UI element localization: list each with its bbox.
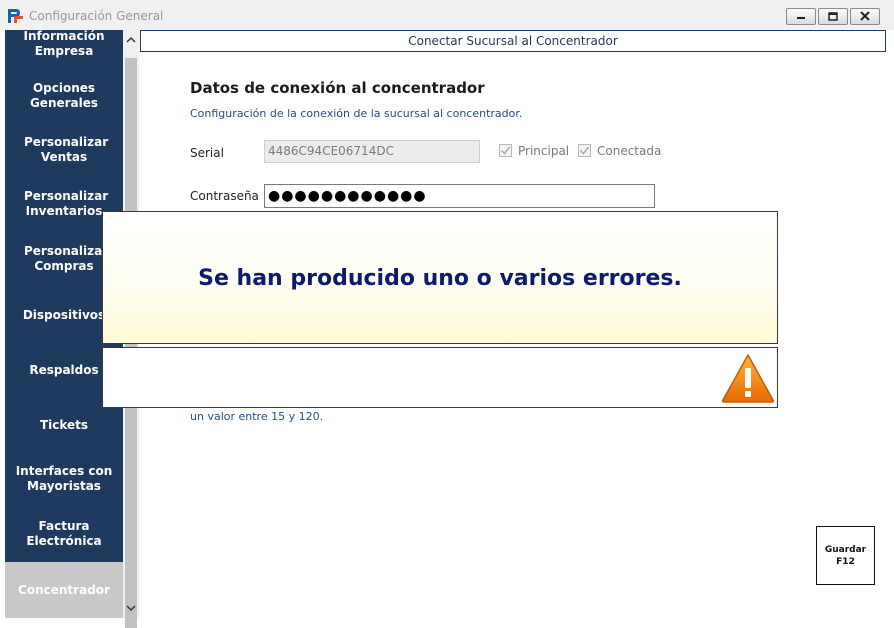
principal-label: Principal [518, 144, 570, 158]
conectada-label: Conectada [597, 144, 662, 158]
principal-checkbox[interactable] [499, 144, 512, 157]
restore-button[interactable] [818, 8, 848, 25]
sidebar-item-opciones-generales[interactable]: Opciones Generales [5, 80, 123, 112]
close-icon [860, 11, 870, 21]
password-field[interactable]: ●●●●●●●●●●●● [264, 184, 655, 208]
warning-icon [721, 354, 775, 403]
conectada-checkbox[interactable] [578, 144, 591, 157]
restore-icon [828, 12, 838, 21]
error-message-panel: Se han producido uno o varios errores. [102, 211, 778, 344]
password-label: Contraseña [190, 189, 259, 203]
form-title: Datos de conexión al concentrador [190, 79, 485, 97]
save-button-label: Guardar [824, 544, 867, 555]
form-subtitle: Configuración de la conexión de la sucur… [190, 107, 523, 120]
title-bar: Configuración General [0, 0, 894, 30]
save-button-shortcut: F12 [836, 556, 855, 567]
check-icon [500, 146, 511, 155]
sidebar-item-factura-electronica[interactable]: Factura Electrónica [5, 518, 123, 550]
app-logo-icon [8, 9, 23, 23]
serial-label: Serial [190, 146, 224, 160]
close-button[interactable] [850, 8, 880, 25]
serial-field[interactable]: 4486C94CE06714DC [264, 140, 480, 163]
scroll-down-icon[interactable] [123, 600, 139, 616]
hint-text: un valor entre 15 y 120. [190, 410, 324, 423]
sidebar-item-interfaces-mayoristas[interactable]: Interfaces con Mayoristas [5, 463, 123, 495]
section-header: Conectar Sucursal al Concentrador [140, 30, 886, 52]
minimize-icon [797, 17, 805, 19]
sidebar-item-tickets[interactable]: Tickets [5, 416, 123, 434]
error-message: Se han producido uno o varios errores. [198, 266, 682, 291]
check-icon [579, 146, 590, 155]
error-detail-panel [102, 347, 778, 408]
sidebar-item-concentrador[interactable]: Concentrador [5, 562, 123, 618]
window-title: Configuración General [29, 9, 164, 23]
sidebar-item-personalizar-ventas[interactable]: Personalizar Ventas [5, 134, 123, 166]
sidebar-item-informacion-empresa[interactable]: Información Empresa [5, 26, 123, 62]
minimize-button[interactable] [786, 8, 816, 25]
save-button[interactable]: Guardar F12 [816, 526, 875, 585]
scroll-up-icon[interactable] [123, 32, 139, 48]
